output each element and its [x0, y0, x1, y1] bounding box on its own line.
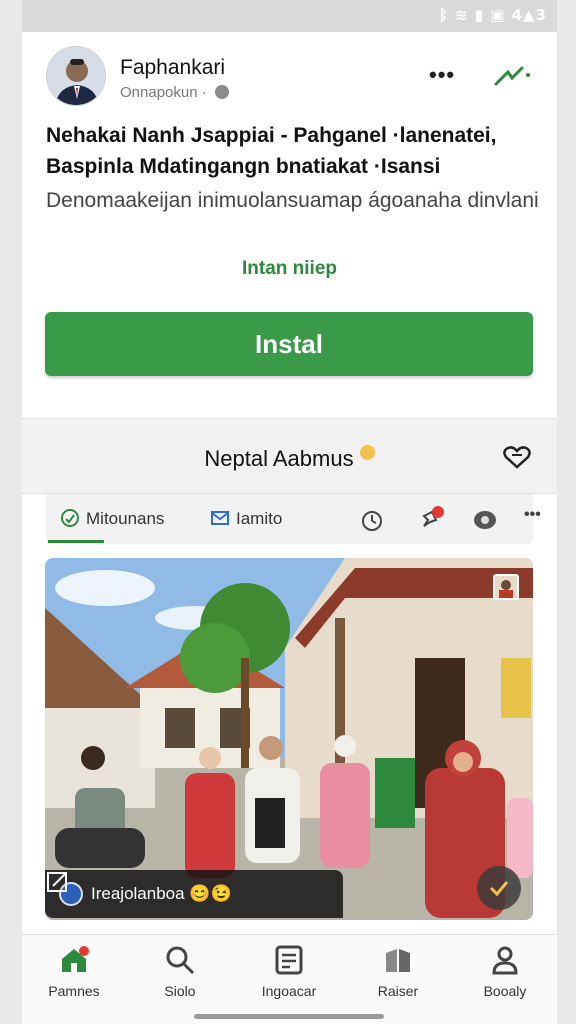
- nav-profile[interactable]: Booaly: [455, 945, 555, 999]
- home-indicator: [194, 1014, 384, 1019]
- post-description: Denomaakeijan inimuolansuamap ágoanaha d…: [46, 189, 539, 212]
- nav-label: Ingoacar: [261, 983, 317, 999]
- more-options-icon[interactable]: •••: [429, 62, 455, 88]
- person-icon: [492, 946, 518, 975]
- photo-caption-bar: Ireajolanboa 😊😉: [45, 870, 343, 918]
- tab-label: Iamito: [236, 509, 283, 528]
- post-meta-text: Onnapokun ·: [120, 84, 207, 101]
- post-headline: Nehakai Nanh Jsappiai - Pahganel ·lanena…: [46, 124, 497, 178]
- tabs-more-icon[interactable]: •••: [524, 506, 541, 524]
- album-photo[interactable]: Ireajolanboa 😊😉: [45, 558, 533, 920]
- nav-label: Booaly: [483, 983, 527, 999]
- nav-search[interactable]: Siolo: [130, 945, 230, 999]
- tab-label: Mitounans: [86, 509, 165, 528]
- status-bar: ᛒ ≋ ▮ ▣ 4▲3: [22, 0, 557, 32]
- check-circle-icon: [61, 509, 79, 527]
- edit-icon[interactable]: [45, 870, 71, 894]
- tab-mitounans[interactable]: Mitounans: [60, 508, 164, 529]
- install-button[interactable]: Instal: [45, 312, 533, 376]
- bulb-icon: [359, 445, 375, 460]
- active-tab-indicator: [48, 540, 104, 543]
- status-icons: ᛒ ≋ ▮ ▣ 4▲3: [438, 6, 547, 24]
- timer-icon[interactable]: [360, 508, 384, 532]
- nav-home[interactable]: Pamnes: [24, 945, 124, 999]
- phone-screen: ᛒ ≋ ▮ ▣ 4▲3 Faphankari Onnapokun · ••• N…: [22, 0, 557, 1024]
- install-link[interactable]: Intan niiep: [22, 258, 557, 280]
- album-title: Neptal Aabmus: [204, 446, 354, 471]
- author-avatar[interactable]: [46, 46, 106, 106]
- photo-illustration: [45, 558, 533, 920]
- nav-label: Pamnes: [48, 983, 100, 999]
- search-icon: [166, 946, 195, 975]
- book-icon: [386, 949, 410, 972]
- album-title-wrap: Neptal Aabmus: [22, 445, 557, 472]
- tab-iamito[interactable]: Iamito: [210, 508, 282, 529]
- trend-arrow-icon[interactable]: [492, 62, 532, 92]
- post-meta: Onnapokun ·: [120, 84, 229, 101]
- thumbnail-icon[interactable]: [493, 574, 519, 600]
- mail-icon: [211, 511, 229, 525]
- bottom-navigation: Pamnes Siolo Ingoacar Raiser Booaly: [22, 934, 557, 1024]
- nav-feed[interactable]: Ingoacar: [239, 945, 339, 999]
- heart-pin-icon[interactable]: [502, 445, 532, 471]
- nav-library[interactable]: Raiser: [348, 945, 448, 999]
- news-icon: [275, 945, 303, 975]
- globe-icon: [214, 85, 229, 99]
- photo-caption: Ireajolanboa 😊😉: [91, 884, 232, 903]
- sponsored-post: Faphankari Onnapokun · ••• Nehakai Nanh …: [22, 32, 557, 418]
- album-tabs: Mitounans Iamito •••: [46, 494, 541, 544]
- eye-icon[interactable]: [472, 508, 498, 532]
- verified-check-icon[interactable]: [477, 866, 521, 910]
- author-name[interactable]: Faphankari: [120, 56, 225, 80]
- nav-label: Siolo: [164, 983, 196, 999]
- nav-label: Raiser: [377, 983, 419, 999]
- album-header: Neptal Aabmus: [22, 418, 557, 494]
- home-icon: [62, 946, 89, 972]
- notification-pin-icon[interactable]: [418, 504, 446, 532]
